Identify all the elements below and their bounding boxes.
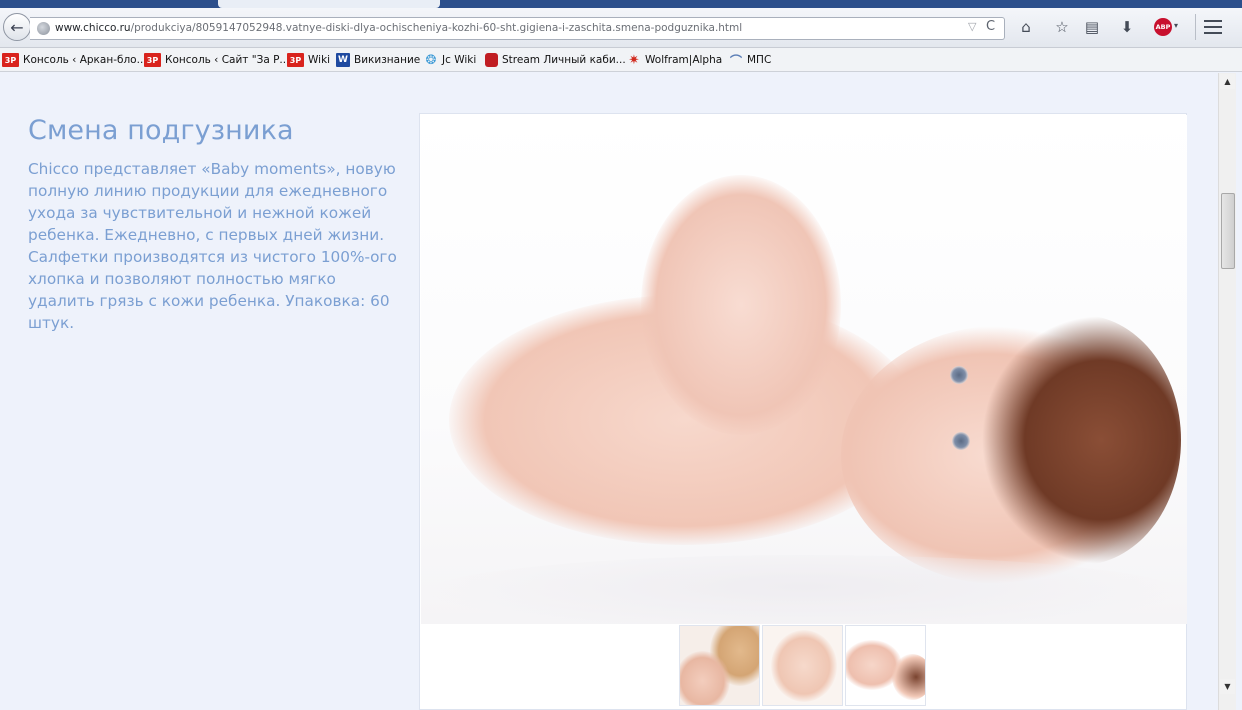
thumbnail-1[interactable] bbox=[679, 625, 760, 706]
wolfram-icon: ✷ bbox=[628, 52, 640, 68]
3p-icon: 3P bbox=[144, 53, 161, 67]
bookmark-jc-wiki[interactable]: ❂ Jc Wiki bbox=[424, 51, 477, 69]
adblock-icon[interactable]: ABP bbox=[1154, 18, 1172, 36]
3p-icon: 3P bbox=[2, 53, 19, 67]
bookmark-wiki[interactable]: 3P Wiki bbox=[287, 51, 330, 69]
reload-icon[interactable]: C bbox=[986, 19, 995, 34]
tab-strip bbox=[0, 0, 1242, 8]
menu-icon[interactable] bbox=[1204, 20, 1222, 34]
scrollbar-thumb[interactable] bbox=[1221, 193, 1235, 269]
w-icon: W bbox=[336, 53, 350, 67]
navigation-toolbar: ← www.chicco.ru/produkciya/8059147052948… bbox=[0, 8, 1242, 48]
bookmarks-toolbar: 3P Консоль ‹ Аркан-бло... 3P Консоль ‹ С… bbox=[0, 48, 1242, 72]
url-path: /produkciya/8059147052948.vatnye-diski-d… bbox=[130, 22, 743, 34]
window-edge bbox=[1236, 73, 1242, 710]
bookmark-label: Консоль ‹ Аркан-бло... bbox=[23, 54, 147, 66]
globe-icon bbox=[37, 22, 50, 35]
bookmark-viki-znanie[interactable]: W Викизнание bbox=[336, 51, 420, 69]
vertical-scrollbar[interactable]: ▲ ▼ bbox=[1218, 73, 1236, 710]
main-product-photo[interactable] bbox=[421, 115, 1187, 624]
product-title: Смена подгузника bbox=[28, 115, 294, 146]
url-domain: www.chicco.ru bbox=[55, 22, 131, 34]
bookmark-label: Wiki bbox=[308, 54, 331, 66]
bookmark-konsol-arkan[interactable]: 3P Консоль ‹ Аркан-бло... bbox=[2, 51, 147, 69]
toolbar-separator bbox=[1195, 14, 1196, 40]
url-history-dropdown-icon[interactable]: ▽ bbox=[968, 20, 976, 33]
product-gallery bbox=[419, 113, 1187, 710]
thumbnail-3[interactable] bbox=[845, 625, 926, 706]
bookmark-konsol-site[interactable]: 3P Консоль ‹ Сайт "За Р... bbox=[144, 51, 289, 69]
bookmark-label: Викизнание bbox=[354, 54, 421, 66]
bookmark-label: МПС bbox=[747, 54, 772, 66]
product-description: Chicco представляет «Baby moments», нову… bbox=[28, 160, 397, 332]
home-icon[interactable]: ⌂ bbox=[1016, 17, 1036, 37]
scroll-up-icon[interactable]: ▲ bbox=[1220, 74, 1235, 89]
url-text[interactable]: www.chicco.ru/produkciya/8059147052948.v… bbox=[55, 22, 742, 34]
back-arrow-icon: ← bbox=[10, 17, 24, 37]
adblock-menu-caret-icon[interactable]: ▾ bbox=[1174, 21, 1178, 30]
3p-icon: 3P bbox=[287, 53, 304, 67]
bookmark-label: Консоль ‹ Сайт "За Р... bbox=[165, 54, 290, 66]
scroll-down-icon[interactable]: ▼ bbox=[1220, 679, 1235, 694]
bookmark-label: Stream Личный каби... bbox=[502, 54, 626, 66]
bookmark-label: Wolfram|Alpha bbox=[645, 54, 723, 66]
stream-icon bbox=[485, 53, 498, 67]
download-icon[interactable]: ⬇ bbox=[1117, 17, 1137, 37]
active-tab[interactable] bbox=[218, 0, 440, 8]
mps-icon: ⌒ bbox=[729, 53, 742, 68]
jc-icon: ❂ bbox=[425, 52, 437, 68]
bookmark-wolfram-alpha[interactable]: ✷ Wolfram|Alpha bbox=[627, 51, 723, 69]
thumbnail-strip bbox=[679, 625, 926, 707]
bookmark-label: Jc Wiki bbox=[442, 54, 477, 66]
bookmark-stream[interactable]: Stream Личный каби... bbox=[485, 51, 626, 69]
back-button[interactable]: ← bbox=[3, 13, 31, 41]
page-content: Смена подгузника Chicco представляет «Ba… bbox=[0, 73, 1218, 710]
reading-list-icon[interactable]: ▤ bbox=[1082, 17, 1102, 37]
star-icon[interactable]: ☆ bbox=[1052, 17, 1072, 37]
address-bar[interactable]: www.chicco.ru/produkciya/8059147052948.v… bbox=[30, 17, 1005, 40]
bookmark-mps[interactable]: ⌒ МПС bbox=[729, 51, 771, 69]
thumbnail-2[interactable] bbox=[762, 625, 843, 706]
